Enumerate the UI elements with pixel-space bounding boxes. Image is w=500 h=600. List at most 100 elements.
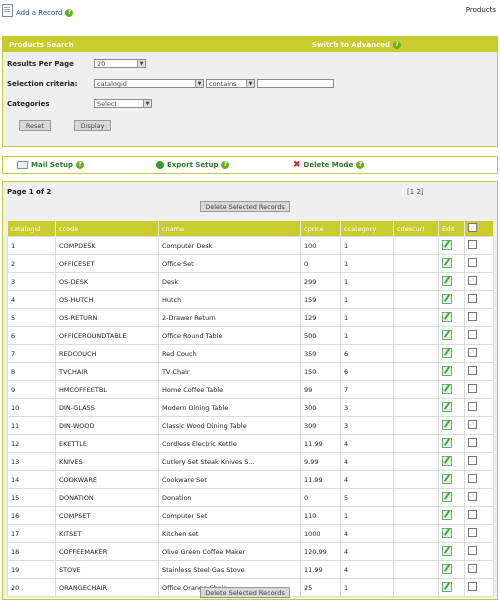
edit-icon[interactable] — [442, 275, 452, 286]
row-checkbox[interactable] — [468, 420, 477, 429]
search-title: Products Search — [9, 40, 74, 49]
cell-cprice: 9.99 — [300, 452, 341, 471]
delete-selected-button-top[interactable]: Delete Selected Records — [200, 201, 290, 212]
row-checkbox[interactable] — [468, 348, 477, 357]
edit-icon[interactable] — [442, 509, 452, 520]
add-record-link[interactable]: Add a Record ? — [2, 4, 74, 17]
row-checkbox[interactable] — [468, 564, 477, 573]
col-ccode[interactable]: ccode — [55, 221, 159, 237]
mail-setup-link[interactable]: Mail Setup ? — [17, 161, 85, 169]
cell-select — [464, 578, 494, 597]
cell-cdescurl — [393, 326, 439, 345]
edit-icon[interactable] — [442, 563, 452, 574]
edit-icon[interactable] — [442, 419, 452, 430]
row-checkbox[interactable] — [468, 474, 477, 483]
pager-page-1[interactable]: 1 — [410, 188, 414, 196]
cell-catalogid: 3 — [7, 272, 56, 291]
edit-icon[interactable] — [442, 527, 452, 538]
row-checkbox[interactable] — [468, 312, 477, 321]
row-checkbox[interactable] — [468, 546, 477, 555]
table-row: 15 DONATION Donation 0 5 — [7, 488, 494, 507]
edit-icon[interactable] — [442, 581, 452, 592]
cell-cname: Cutlery Set Steak Knives S... — [158, 452, 301, 471]
col-select-all[interactable] — [464, 221, 494, 237]
edit-icon[interactable] — [442, 293, 452, 304]
cell-cprice: 300 — [300, 416, 341, 435]
cell-ccode: OFFICEROUNDTABLE — [55, 326, 159, 345]
row-checkbox[interactable] — [468, 438, 477, 447]
edit-icon[interactable] — [442, 257, 452, 268]
products-link[interactable]: Products — [466, 6, 496, 14]
cell-cname: Modern Dining Table — [158, 398, 301, 417]
col-cprice[interactable]: cprice — [300, 221, 341, 237]
select-all-checkbox[interactable] — [468, 223, 477, 232]
table-row: 10 DIN-GLASS Modern Dining Table 300 3 — [7, 398, 494, 417]
edit-icon[interactable] — [442, 437, 452, 448]
cell-ccode: COOKWARE — [55, 470, 159, 489]
cell-select — [464, 254, 494, 273]
cell-select — [464, 290, 494, 309]
cell-cdescurl — [393, 434, 439, 453]
cell-ccode: COFFEEMAKER — [55, 542, 159, 561]
row-checkbox[interactable] — [468, 582, 477, 591]
row-checkbox[interactable] — [468, 402, 477, 411]
cell-ccategory: 6 — [340, 344, 394, 363]
help-icon[interactable]: ? — [65, 9, 74, 17]
edit-icon[interactable] — [442, 383, 452, 394]
delete-x-icon: ✖ — [293, 160, 301, 170]
row-checkbox[interactable] — [468, 528, 477, 537]
col-catalogid[interactable]: catalogid — [7, 221, 56, 237]
edit-icon[interactable] — [442, 347, 452, 358]
row-checkbox[interactable] — [468, 240, 477, 249]
edit-icon[interactable] — [442, 473, 452, 484]
help-icon[interactable]: ? — [393, 40, 401, 49]
cell-cprice: 129 — [300, 308, 341, 327]
edit-icon[interactable] — [442, 311, 452, 322]
help-icon[interactable]: ? — [356, 161, 365, 169]
help-icon[interactable]: ? — [221, 161, 230, 169]
cell-select — [464, 560, 494, 579]
row-checkbox[interactable] — [468, 456, 477, 465]
row-checkbox[interactable] — [468, 294, 477, 303]
results-per-page-select[interactable]: 20 ▼ — [94, 59, 146, 68]
table-row: 19 STOVE Stainless Steel Gas Stove 11.99 4 — [7, 560, 494, 579]
col-cname[interactable]: cname — [158, 221, 301, 237]
cell-ccategory: 1 — [340, 308, 394, 327]
edit-icon[interactable] — [442, 401, 452, 412]
switch-advanced-link[interactable]: Switch to Advanced ? — [311, 40, 401, 49]
delete-mode-link[interactable]: ✖ Delete Mode ? — [293, 160, 365, 170]
cell-select — [464, 434, 494, 453]
categories-select[interactable]: Select ▼ — [94, 99, 152, 108]
export-setup-link[interactable]: Export Setup ? — [156, 161, 230, 169]
row-checkbox[interactable] — [468, 492, 477, 501]
row-checkbox[interactable] — [468, 510, 477, 519]
row-checkbox[interactable] — [468, 366, 477, 375]
switch-advanced-label: Switch to Advanced — [311, 40, 390, 49]
col-cdescurl[interactable]: cdescurl — [393, 221, 439, 237]
delete-selected-button-bottom[interactable]: Delete Selected Records — [200, 587, 290, 598]
edit-icon[interactable] — [442, 491, 452, 502]
criteria-field-select[interactable]: catalogid ▼ — [94, 79, 204, 88]
cell-edit — [438, 452, 465, 471]
row-checkbox[interactable] — [468, 258, 477, 267]
reset-button[interactable]: Reset — [19, 120, 51, 131]
row-checkbox[interactable] — [468, 330, 477, 339]
row-checkbox[interactable] — [468, 276, 477, 285]
edit-icon[interactable] — [442, 239, 452, 250]
edit-icon[interactable] — [442, 365, 452, 376]
cell-edit — [438, 380, 465, 399]
row-checkbox[interactable] — [468, 384, 477, 393]
display-button[interactable]: Display — [74, 120, 111, 131]
criteria-operator-select[interactable]: contains ▼ — [206, 79, 255, 88]
criteria-value-input[interactable] — [257, 79, 334, 88]
cell-cname: Home Coffee Table — [158, 380, 301, 399]
cell-select — [464, 542, 494, 561]
edit-icon[interactable] — [442, 545, 452, 556]
help-icon[interactable]: ? — [76, 161, 85, 169]
edit-icon[interactable] — [442, 455, 452, 466]
col-ccategory[interactable]: ccategory — [340, 221, 394, 237]
cell-select — [464, 344, 494, 363]
cell-catalogid: 2 — [7, 254, 56, 273]
cell-catalogid: 15 — [7, 488, 56, 507]
edit-icon[interactable] — [442, 329, 452, 340]
